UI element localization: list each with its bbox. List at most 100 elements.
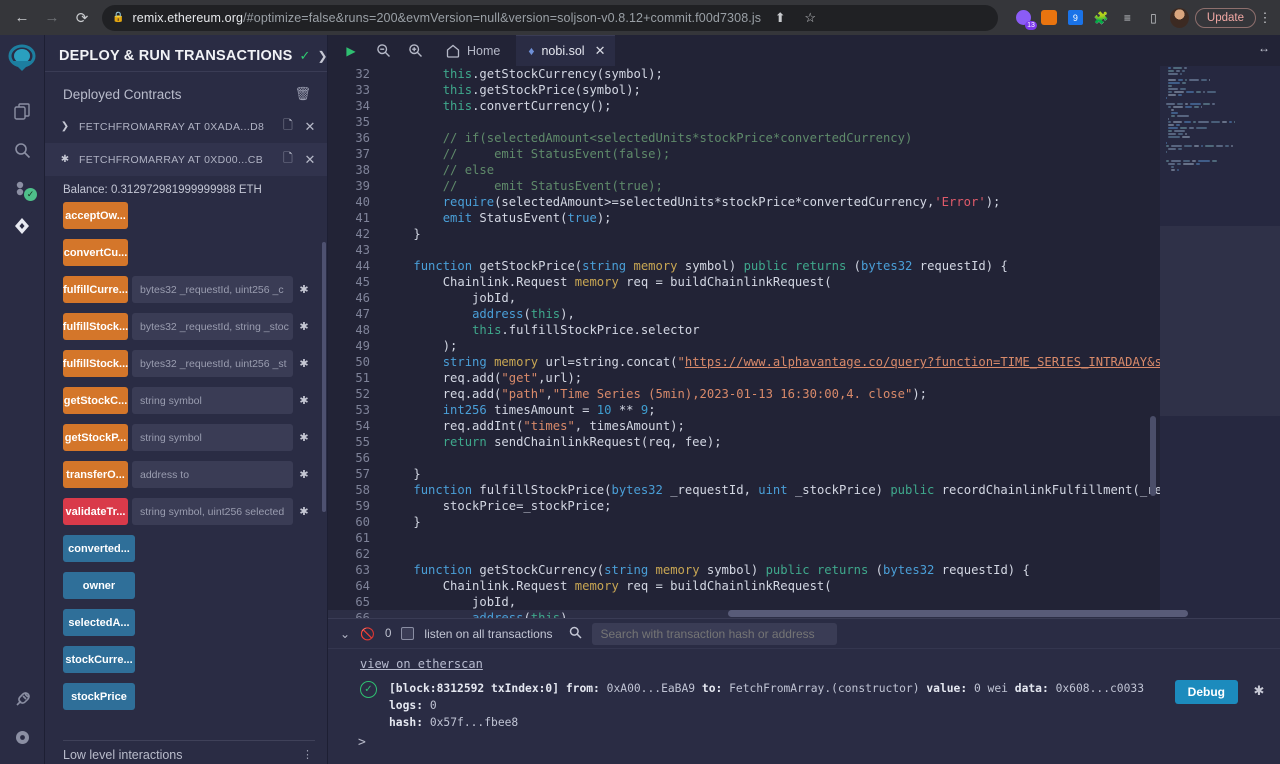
function-button[interactable]: transferO... bbox=[63, 461, 128, 488]
function-args-input[interactable]: string symbol bbox=[132, 424, 293, 451]
function-row[interactable]: fulfillStock... bytes32 _requestId, uint… bbox=[63, 350, 315, 377]
metamask-fox-icon[interactable] bbox=[1040, 8, 1059, 27]
code-line[interactable]: 49 ); bbox=[328, 338, 1160, 354]
chevron-down-icon[interactable]: ✱ bbox=[293, 424, 315, 451]
function-button[interactable]: converted... bbox=[63, 535, 135, 562]
function-button[interactable]: getStockP... bbox=[63, 424, 128, 451]
close-icon[interactable]: ✕ bbox=[303, 152, 317, 168]
code-line[interactable]: 38 // else bbox=[328, 162, 1160, 178]
function-button[interactable]: selectedA... bbox=[63, 609, 135, 636]
code-line[interactable]: 42 } bbox=[328, 226, 1160, 242]
function-args-input[interactable]: bytes32 _requestId, uint256 _c bbox=[132, 276, 293, 303]
contract-item-0[interactable]: ❯ FETCHFROMARRAY AT 0XADA...D8 🗋 ✕ bbox=[45, 110, 327, 143]
debug-button[interactable]: Debug bbox=[1174, 680, 1238, 704]
search-icon[interactable] bbox=[4, 131, 40, 169]
function-button[interactable]: stockCurre... bbox=[63, 646, 135, 673]
zoom-out-icon[interactable] bbox=[368, 37, 398, 65]
copy-icon[interactable]: 🗋 bbox=[281, 116, 295, 137]
function-row[interactable]: validateTr... string symbol, uint256 sel… bbox=[63, 498, 315, 525]
code-line[interactable]: 40 require(selectedAmount>=selectedUnits… bbox=[328, 194, 1160, 210]
code-line[interactable]: 60 } bbox=[328, 514, 1160, 530]
function-button[interactable]: convertCu... bbox=[63, 239, 128, 266]
code-line[interactable]: 63 function getStockCurrency(string memo… bbox=[328, 562, 1160, 578]
chevron-down-icon[interactable]: ✱ bbox=[293, 498, 315, 525]
function-button[interactable]: getStockC... bbox=[63, 387, 128, 414]
tab-nobi-sol[interactable]: ♦ nobi.sol ✕ bbox=[516, 35, 616, 66]
function-row[interactable]: transferO... address to ✱ bbox=[63, 461, 315, 488]
chevron-down-icon[interactable]: ✱ bbox=[293, 461, 315, 488]
no-entry-icon[interactable]: 🚫 bbox=[360, 627, 375, 641]
etherscan-link[interactable]: view on etherscan bbox=[360, 657, 1280, 671]
play-icon[interactable]: ▶ bbox=[336, 37, 366, 65]
chevron-down-icon[interactable]: ✱ bbox=[293, 313, 315, 340]
kebab-menu-icon[interactable]: ⋮ bbox=[1258, 10, 1272, 26]
search-icon[interactable] bbox=[569, 626, 582, 642]
chevron-down-icon[interactable]: ✱ bbox=[59, 154, 71, 165]
function-row[interactable]: converted... ✱ bbox=[63, 535, 315, 562]
code-line[interactable]: 47 address(this), bbox=[328, 306, 1160, 322]
code-line[interactable]: 57 } bbox=[328, 466, 1160, 482]
back-button[interactable]: ← bbox=[8, 4, 36, 32]
copy-icon[interactable]: 🗋 bbox=[281, 149, 295, 170]
function-row[interactable]: stockCurre... ✱ bbox=[63, 646, 315, 673]
code-line[interactable]: 36 // if(selectedAmount<selectedUnits*st… bbox=[328, 130, 1160, 146]
chevron-down-icon[interactable]: ✱ bbox=[293, 387, 315, 414]
transaction-log-row[interactable]: ✓ [block:8312592 txIndex:0] from: 0xA00.… bbox=[328, 671, 1280, 731]
function-args-input[interactable]: string symbol, uint256 selected bbox=[132, 498, 293, 525]
file-explorer-icon[interactable] bbox=[4, 93, 40, 131]
function-button[interactable]: validateTr... bbox=[63, 498, 128, 525]
function-args-input[interactable]: string symbol bbox=[132, 387, 293, 414]
avatar[interactable] bbox=[1169, 7, 1189, 28]
code-line[interactable]: 58 function fulfillStockPrice(bytes32 _r… bbox=[328, 482, 1160, 498]
close-icon[interactable]: ✕ bbox=[303, 119, 317, 135]
code-line[interactable]: 56 bbox=[328, 450, 1160, 466]
code-line[interactable]: 33 this.getStockPrice(symbol); bbox=[328, 82, 1160, 98]
function-args-input[interactable]: bytes32 _requestId, uint256 _st bbox=[132, 350, 293, 377]
code-line[interactable]: 37 // emit StatusEvent(false); bbox=[328, 146, 1160, 162]
editor-minimap[interactable] bbox=[1160, 66, 1280, 618]
function-row[interactable]: getStockC... string symbol ✱ bbox=[63, 387, 315, 414]
function-row[interactable]: owner ✱ bbox=[63, 572, 315, 599]
function-row[interactable]: fulfillStock... bytes32 _requestId, stri… bbox=[63, 313, 315, 340]
code-line[interactable]: 34 this.convertCurrency(); bbox=[328, 98, 1160, 114]
low-level-interactions-section[interactable]: Low level interactions ⋮ bbox=[63, 740, 315, 764]
bookmark-star-icon[interactable]: ☆ bbox=[799, 10, 821, 26]
function-row[interactable]: acceptOw... ✱ bbox=[63, 202, 315, 229]
code-editor[interactable]: 32 this.getStockCurrency(symbol); 33 this… bbox=[328, 66, 1280, 618]
function-row[interactable]: stockPrice ✱ bbox=[63, 683, 315, 710]
function-button[interactable]: stockPrice bbox=[63, 683, 135, 710]
code-line[interactable]: 50 string memory url=string.concat("http… bbox=[328, 354, 1160, 370]
deploy-run-icon[interactable] bbox=[4, 207, 40, 245]
trash-icon[interactable]: 🗑 bbox=[294, 86, 311, 102]
function-button[interactable]: fulfillStock... bbox=[63, 350, 128, 377]
code-line[interactable]: 54 req.addInt("times", timesAmount); bbox=[328, 418, 1160, 434]
contract-item-1[interactable]: ✱ FETCHFROMARRAY AT 0XD00...CB 🗋 ✕ bbox=[45, 143, 327, 176]
forward-button[interactable]: → bbox=[38, 4, 66, 32]
code-lines[interactable]: 32 this.getStockCurrency(symbol); 33 this… bbox=[328, 66, 1160, 618]
chevrons-down-icon[interactable]: ⌄ bbox=[340, 627, 350, 641]
close-icon[interactable]: ✕ bbox=[595, 43, 606, 59]
code-line[interactable]: 48 this.fulfillStockPrice.selector bbox=[328, 322, 1160, 338]
update-button[interactable]: Update bbox=[1194, 7, 1256, 28]
code-line[interactable]: 52 req.add("path","Time Series (5min),20… bbox=[328, 386, 1160, 402]
reload-button[interactable]: ⟳ bbox=[68, 4, 96, 32]
function-args-input[interactable]: bytes32 _requestId, string _stoc bbox=[132, 313, 293, 340]
function-button[interactable]: fulfillCurre... bbox=[63, 276, 128, 303]
function-row[interactable]: selectedA... ✱ bbox=[63, 609, 315, 636]
function-args-input[interactable]: address to bbox=[132, 461, 293, 488]
info-icon[interactable]: ⋮ bbox=[302, 748, 313, 761]
expand-horizontal-icon[interactable]: ↔ bbox=[1258, 41, 1270, 55]
code-line[interactable]: 65 jobId, bbox=[328, 594, 1160, 610]
chevron-down-icon[interactable]: ✱ bbox=[293, 276, 315, 303]
tab-home[interactable]: Home bbox=[432, 37, 514, 65]
function-button[interactable]: fulfillStock... bbox=[63, 313, 128, 340]
editor-vertical-scrollbar[interactable] bbox=[1150, 416, 1156, 496]
code-line[interactable]: 41 emit StatusEvent(true); bbox=[328, 210, 1160, 226]
chevron-down-icon[interactable]: ✱ bbox=[1250, 683, 1268, 699]
extension-purple-icon[interactable]: 13 bbox=[1014, 8, 1037, 30]
code-line[interactable]: 51 req.add("get",url); bbox=[328, 370, 1160, 386]
code-line[interactable]: 53 int256 timesAmount = 10 ** 9; bbox=[328, 402, 1160, 418]
remix-logo-icon[interactable] bbox=[4, 41, 40, 79]
code-line[interactable]: 62 bbox=[328, 546, 1160, 562]
extension-blue-icon[interactable]: 9 bbox=[1066, 8, 1085, 27]
